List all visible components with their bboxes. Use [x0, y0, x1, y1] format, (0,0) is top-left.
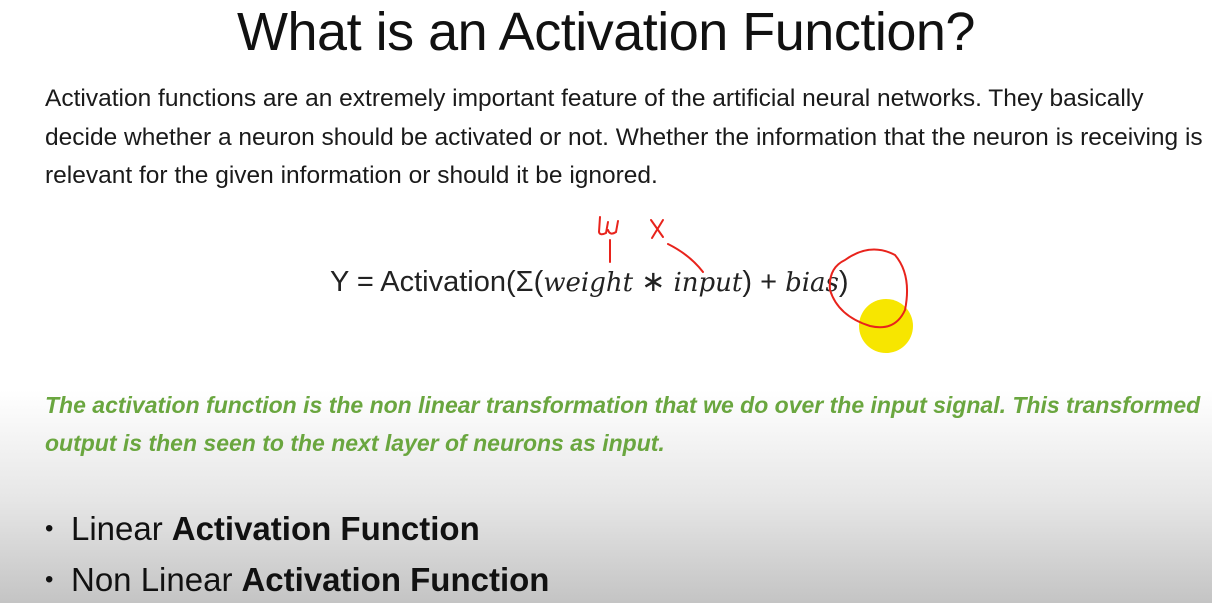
handwritten-ink — [597, 216, 908, 329]
highlight-statement: The activation function is the non linea… — [45, 392, 1201, 456]
bullet-item: • Non Linear Activation Function — [45, 554, 549, 605]
bullet-icon: • — [45, 515, 54, 542]
bullet-list: • Linear Activation Function • Non Linear Ac… — [45, 503, 549, 605]
bullet-plain: Non Linear — [71, 561, 233, 598]
bullet-item: • Linear Activation Function — [45, 503, 549, 554]
bullet-bold: Activation Function — [171, 510, 480, 547]
x-arrow-line — [667, 243, 704, 273]
bullet-bold: Activation Function — [241, 561, 550, 598]
bullet-plain: Linear — [71, 510, 163, 547]
w-annotation-icon — [597, 216, 619, 236]
bullet-icon: • — [45, 566, 54, 593]
x-annotation-icon — [650, 219, 664, 239]
